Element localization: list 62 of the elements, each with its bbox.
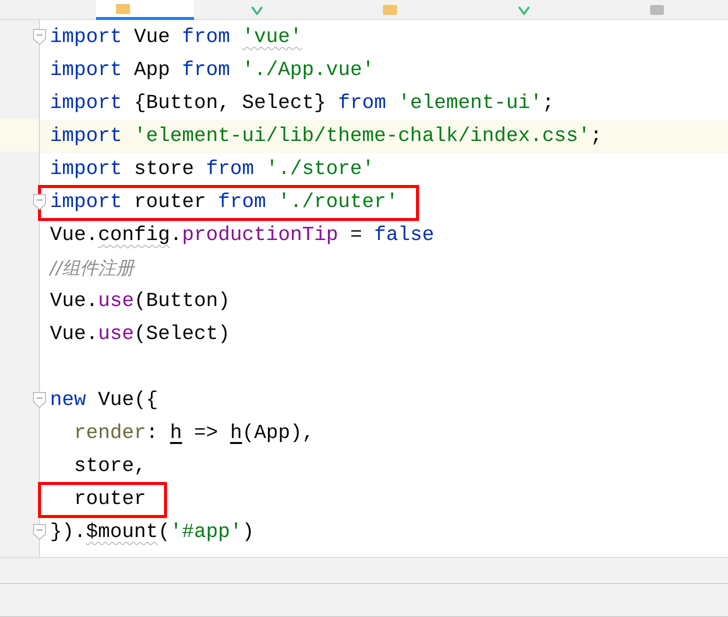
js-file-icon <box>116 4 130 14</box>
code-token: from <box>182 58 232 84</box>
code-token: ; <box>542 91 554 117</box>
code-token: : <box>146 421 160 447</box>
code-token: App <box>133 58 172 84</box>
code-token: config <box>98 223 170 249</box>
code-token: ) <box>242 520 254 546</box>
code-token: router <box>133 190 208 216</box>
fold-icon[interactable] <box>33 29 46 45</box>
code-token: from <box>218 190 268 216</box>
code-token: Vue. <box>50 223 98 249</box>
code-token: 'element-ui/lib/theme-chalk/index.css' <box>134 124 590 150</box>
code-token: }). <box>50 520 86 546</box>
code-token: use <box>98 322 134 348</box>
code-token: 'element-ui' <box>398 91 542 117</box>
code-token: import <box>50 91 122 117</box>
code-token: new <box>50 388 86 414</box>
code-token: './store' <box>266 157 374 183</box>
editor-tab[interactable] <box>96 0 194 20</box>
code-token: Vue({ <box>97 388 158 414</box>
code-token: 'vue' <box>242 25 302 51</box>
code-token: (App), <box>242 421 314 447</box>
code-token: '#app' <box>170 520 242 546</box>
code-token: . <box>170 223 182 249</box>
code-token: from <box>182 25 232 51</box>
code-token: (Select) <box>134 322 230 348</box>
code-token: Vue. <box>50 322 98 348</box>
code-token: import <box>50 124 124 150</box>
fold-icon[interactable] <box>33 392 46 408</box>
code-token: h <box>230 421 242 447</box>
code-token: import <box>50 25 122 51</box>
file-icon <box>650 5 664 15</box>
code-token: $mount <box>86 520 158 546</box>
code-token: router <box>73 486 146 512</box>
code-token: productionTip <box>182 223 338 249</box>
code-token: store, <box>73 454 146 480</box>
code-token: from <box>206 157 256 183</box>
code-token: Vue. <box>50 289 98 315</box>
code-token: './router' <box>278 190 398 216</box>
fold-icon[interactable] <box>33 194 46 210</box>
code-token: use <box>98 289 134 315</box>
code-token: ; <box>590 124 602 150</box>
code-token: h <box>170 421 182 447</box>
code-token: {Button, Select} <box>133 91 328 117</box>
code-token: => <box>193 421 220 447</box>
code-comment: //组件注册 <box>50 257 134 281</box>
code-token: (Button) <box>134 289 230 315</box>
v-shape-icon <box>516 5 531 15</box>
code-token: './App.vue' <box>242 58 374 84</box>
code-token: Vue <box>133 25 172 51</box>
v-shape-icon <box>250 5 264 15</box>
code-token: import <box>50 157 122 183</box>
js-file-icon <box>383 5 398 15</box>
code-token: from <box>338 91 388 117</box>
code-token: = <box>349 223 364 249</box>
code-token: import <box>50 190 122 216</box>
code-token: render <box>73 421 146 447</box>
code-token: store <box>133 157 196 183</box>
code-token: ( <box>158 520 170 546</box>
code-token: false <box>374 223 434 249</box>
fold-icon[interactable] <box>33 524 46 540</box>
code-token: import <box>50 58 122 84</box>
